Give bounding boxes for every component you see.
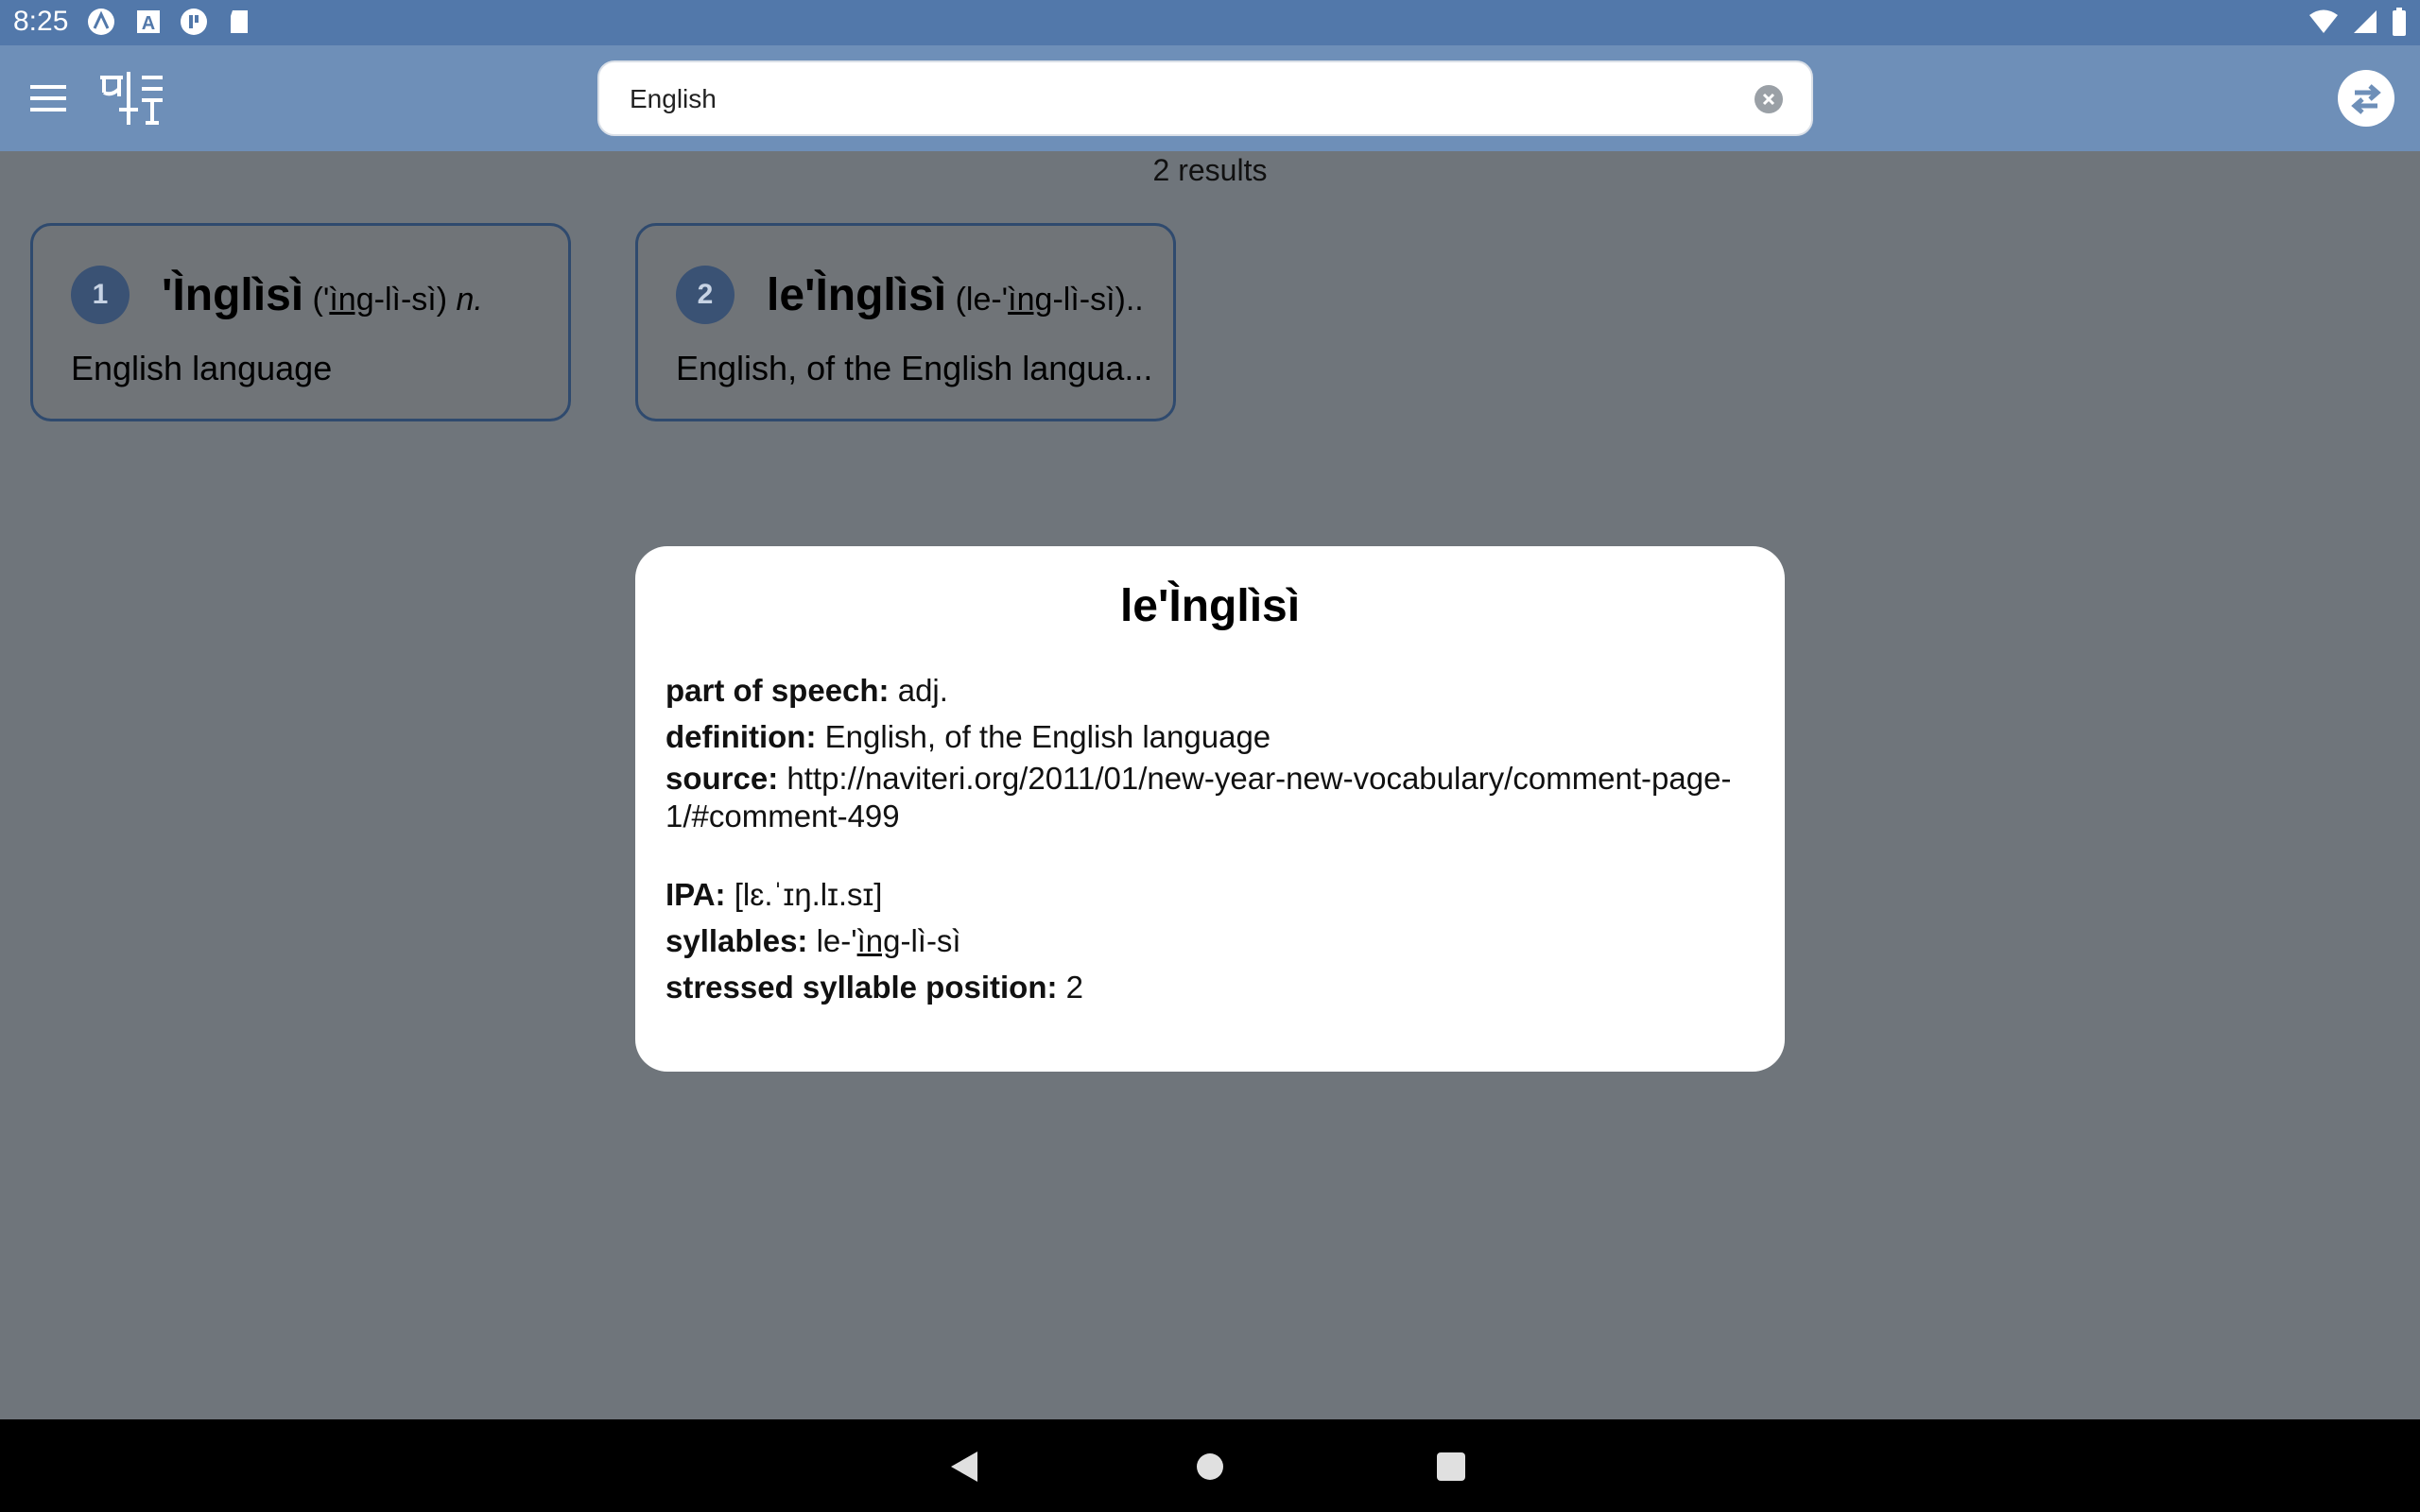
pos-value: adj.: [897, 673, 948, 708]
results-count: 2 results: [1152, 153, 1268, 187]
detail-part-of-speech: part of speech: adj.: [666, 673, 948, 709]
battery-icon: [2393, 8, 2406, 36]
stress-label: stressed syllable position:: [666, 970, 1058, 1005]
result-headword-line: le'Ìnglìsì (le-'ìng-lì-sì)...: [767, 269, 1145, 321]
hamburger-menu-icon[interactable]: [25, 74, 74, 123]
definition-label: definition:: [666, 719, 817, 754]
ipa-value: [lɛ.ˈɪŋ.lɪ.sɪ]: [734, 877, 883, 912]
detail-title: le'Ìnglìsì: [1119, 581, 1301, 631]
result-number-badge: 2: [676, 266, 735, 324]
source-link[interactable]: http://naviteri.org/2011/01/new-year-new…: [666, 761, 1731, 833]
system-nav-bar: [0, 1419, 2420, 1512]
detail-ipa: IPA: [lɛ.ˈɪŋ.lɪ.sɪ]: [666, 877, 882, 913]
result-pos: n.: [456, 282, 483, 318]
back-icon[interactable]: [951, 1452, 977, 1482]
syllables-before: le-': [816, 923, 857, 958]
home-icon[interactable]: [1197, 1453, 1223, 1480]
result-word: 'Ìnglìsì: [162, 270, 304, 320]
result-card-1[interactable]: 1 'Ìnglìsì ('ìng-lì-sì) n. English langu…: [30, 223, 571, 421]
app-bar: [0, 45, 2420, 151]
detail-source: source: http://naviteri.org/2011/01/new-…: [666, 760, 1753, 835]
result-word: le'Ìnglìsì: [767, 270, 947, 320]
swap-direction-icon[interactable]: [2338, 70, 2394, 127]
result-pron-rest: -lì-sì): [373, 282, 457, 318]
detail-definition: definition: English, of the English lang…: [666, 719, 1270, 755]
circle-p-icon: [181, 9, 207, 35]
svg-text:A: A: [142, 13, 155, 34]
result-definition: English language: [71, 349, 333, 387]
recents-icon[interactable]: [1437, 1452, 1465, 1481]
sd-card-icon: [231, 10, 248, 33]
pos-label: part of speech:: [666, 673, 890, 708]
source-label: source:: [666, 761, 779, 796]
syllables-label: syllables:: [666, 923, 808, 958]
android-auto-icon: [88, 9, 114, 35]
result-pron-open: (': [303, 282, 330, 318]
definition-value: English, of the English language: [824, 719, 1271, 754]
ipa-label: IPA:: [666, 877, 726, 912]
result-pron-open: (le-': [946, 282, 1009, 318]
search-input[interactable]: [628, 62, 1747, 136]
signal-icon: [2354, 10, 2377, 33]
dictionary-logo-icon[interactable]: [95, 68, 170, 129]
detail-syllables: syllables: le-'ìng-lì-sì: [666, 923, 961, 959]
result-card-2[interactable]: 2 le'Ìnglìsì (le-'ìng-lì-sì)... English,…: [635, 223, 1176, 421]
syllables-after: -lì-sì: [900, 923, 961, 958]
stress-value: 2: [1065, 970, 1083, 1005]
a-box-icon: A: [137, 10, 160, 34]
clear-search-icon[interactable]: [1754, 85, 1783, 113]
result-number-badge: 1: [71, 266, 130, 324]
word-detail-dialog: le'Ìnglìsì part of speech: adj. definiti…: [635, 546, 1785, 1072]
search-field[interactable]: [597, 60, 1813, 136]
result-pron-rest: -lì-sì)...: [1052, 282, 1145, 318]
result-pron-stress: ìng: [329, 282, 374, 318]
result-headword-line: 'Ìnglìsì ('ìng-lì-sì) n.: [162, 269, 483, 321]
wifi-icon: [2309, 9, 2338, 33]
result-pron-stress: ìng: [1008, 282, 1053, 318]
detail-stressed-syllable: stressed syllable position: 2: [666, 970, 1083, 1005]
status-time: 8:25: [13, 6, 69, 37]
result-definition: English, of the English langua...: [676, 349, 1153, 387]
syllables-stress: ìng: [856, 923, 901, 958]
status-bar: 8:25 A: [0, 0, 2420, 45]
